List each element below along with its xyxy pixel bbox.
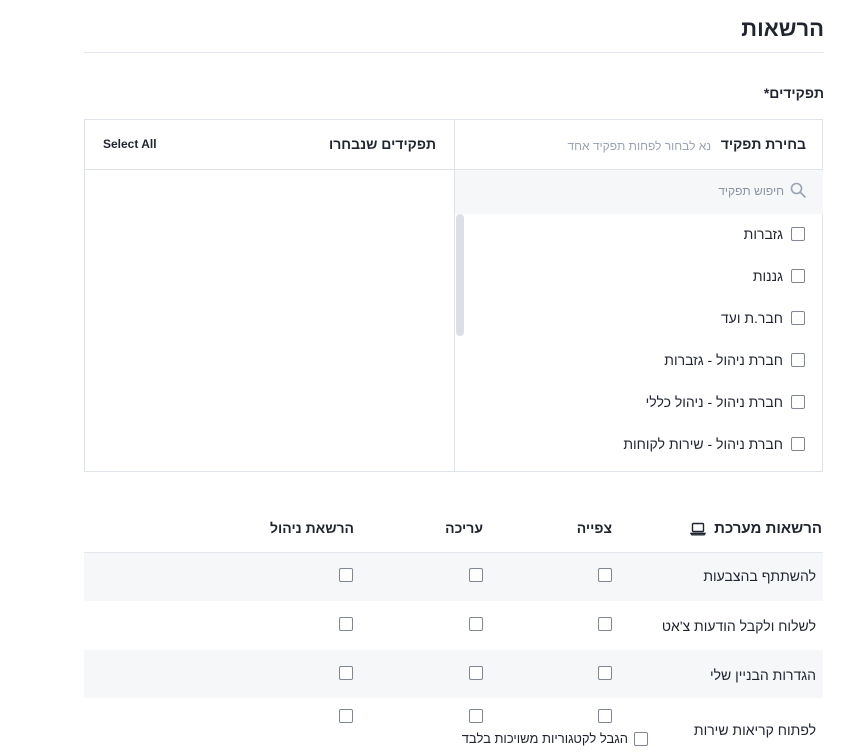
laptop-icon	[690, 522, 707, 535]
system-permissions-title: הרשאות מערכת	[714, 520, 822, 537]
role-checkbox[interactable]	[791, 227, 805, 241]
manage-checkbox[interactable]	[339, 709, 353, 723]
role-list-item[interactable]: חבר.ת ועד	[721, 309, 805, 327]
role-search-input[interactable]	[534, 182, 784, 200]
permission-row-label: להשתתף בהצבעות	[703, 568, 816, 584]
view-checkbox[interactable]	[598, 666, 612, 680]
column-header-edit: עריכה	[445, 520, 483, 536]
system-permissions-header: הרשאות מערכת	[690, 520, 822, 537]
select-all-button[interactable]: Select All	[103, 137, 157, 151]
role-checkbox[interactable]	[791, 353, 805, 367]
page-title: הרשאות	[741, 16, 824, 41]
role-checkbox[interactable]	[791, 395, 805, 409]
manage-checkbox[interactable]	[339, 568, 353, 582]
limit-categories-label: הגבל לקטגוריות משויכות בלבד	[461, 731, 628, 746]
choose-role-hint: נא לבחור לפחות תפקיד אחד	[567, 139, 711, 153]
manage-checkbox[interactable]	[339, 666, 353, 680]
role-list-item[interactable]: גננות	[753, 267, 805, 285]
permission-row-label: לפתוח קריאות שירות	[693, 722, 816, 738]
role-label: חברת ניהול - ניהול כללי	[645, 394, 783, 410]
role-checkbox[interactable]	[791, 311, 805, 325]
limit-categories-option[interactable]: הגבל לקטגוריות משויכות בלבד	[462, 731, 648, 746]
selected-roles-title: תפקידים שנבחרו	[329, 136, 436, 152]
column-header-manage: הרשאת ניהול	[270, 520, 354, 536]
role-checkbox[interactable]	[791, 437, 805, 451]
view-checkbox[interactable]	[598, 709, 612, 723]
role-label: חבר.ת ועד	[720, 310, 783, 326]
edit-checkbox[interactable]	[469, 666, 483, 680]
role-list-scrollbar[interactable]	[456, 214, 464, 336]
role-list-item[interactable]: חברת ניהול - גזברות	[664, 351, 805, 369]
roles-field-label: תפקידים*	[763, 85, 824, 101]
role-label: חברת ניהול - שירות לקוחות	[623, 436, 783, 452]
role-list-item[interactable]: חברת ניהול - ניהול כללי	[646, 393, 805, 411]
role-checkbox[interactable]	[791, 269, 805, 283]
view-checkbox[interactable]	[598, 568, 612, 582]
title-divider	[84, 52, 824, 53]
edit-checkbox[interactable]	[469, 568, 483, 582]
view-checkbox[interactable]	[598, 617, 612, 631]
permission-row-label: לשלוח ולקבל הודעות צ'אט	[661, 618, 816, 634]
role-list-item[interactable]: חברת ניהול - שירות לקוחות	[623, 435, 805, 453]
manage-checkbox[interactable]	[339, 617, 353, 631]
role-list-item[interactable]: גזברות	[744, 225, 805, 243]
search-icon	[790, 182, 806, 198]
limit-categories-checkbox[interactable]	[634, 731, 648, 746]
edit-checkbox[interactable]	[469, 709, 483, 723]
role-label: גזברות	[743, 226, 783, 242]
choose-role-title: בחירת תפקיד	[720, 136, 806, 152]
role-label: חברת ניהול - גזברות	[664, 352, 783, 368]
role-label: גננות	[752, 268, 783, 284]
column-header-view: צפייה	[576, 520, 612, 536]
edit-checkbox[interactable]	[469, 617, 483, 631]
permission-row-label: הגדרות הבניין שלי	[710, 667, 816, 683]
